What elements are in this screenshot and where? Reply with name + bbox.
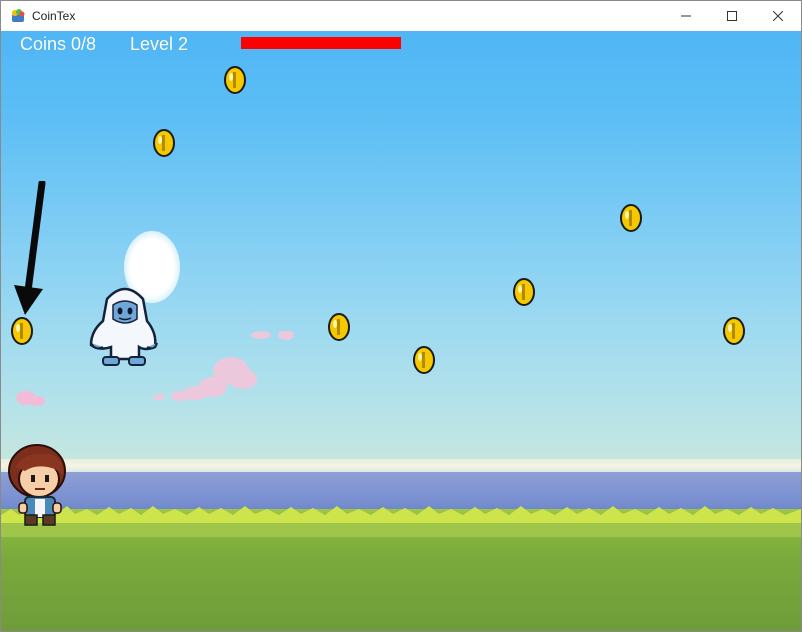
game-canvas[interactable]: Coins 0/8 Level 2 bbox=[1, 31, 801, 631]
coin bbox=[723, 317, 745, 345]
maximize-icon bbox=[727, 11, 737, 21]
small-pink-cloud bbox=[16, 391, 45, 406]
health-bar bbox=[241, 37, 401, 49]
coin bbox=[11, 317, 33, 345]
minimize-icon bbox=[681, 11, 691, 21]
maximize-button[interactable] bbox=[709, 1, 755, 31]
app-icon bbox=[10, 8, 26, 24]
yeti-enemy bbox=[89, 287, 158, 366]
window-title: CoinTex bbox=[32, 9, 76, 23]
pointer-arrow bbox=[14, 181, 46, 315]
window-controls bbox=[663, 1, 801, 31]
close-icon bbox=[773, 11, 783, 21]
title-bar[interactable]: CoinTex bbox=[1, 1, 801, 31]
close-button[interactable] bbox=[755, 1, 801, 31]
coin bbox=[413, 346, 435, 374]
game-window: CoinTex Coins 0/8 Level 2 bbox=[0, 0, 802, 632]
coin bbox=[328, 313, 350, 341]
player-character bbox=[8, 444, 66, 526]
grass-blades bbox=[1, 506, 801, 537]
coin bbox=[153, 129, 175, 157]
level-label: Level 2 bbox=[130, 34, 189, 54]
coins-counter: Coins 0/8 bbox=[20, 34, 97, 54]
pink-cloud bbox=[153, 331, 294, 401]
coin bbox=[620, 204, 642, 232]
minimize-button[interactable] bbox=[663, 1, 709, 31]
coin bbox=[513, 278, 535, 306]
coin bbox=[224, 66, 246, 94]
horizon bbox=[1, 459, 801, 473]
